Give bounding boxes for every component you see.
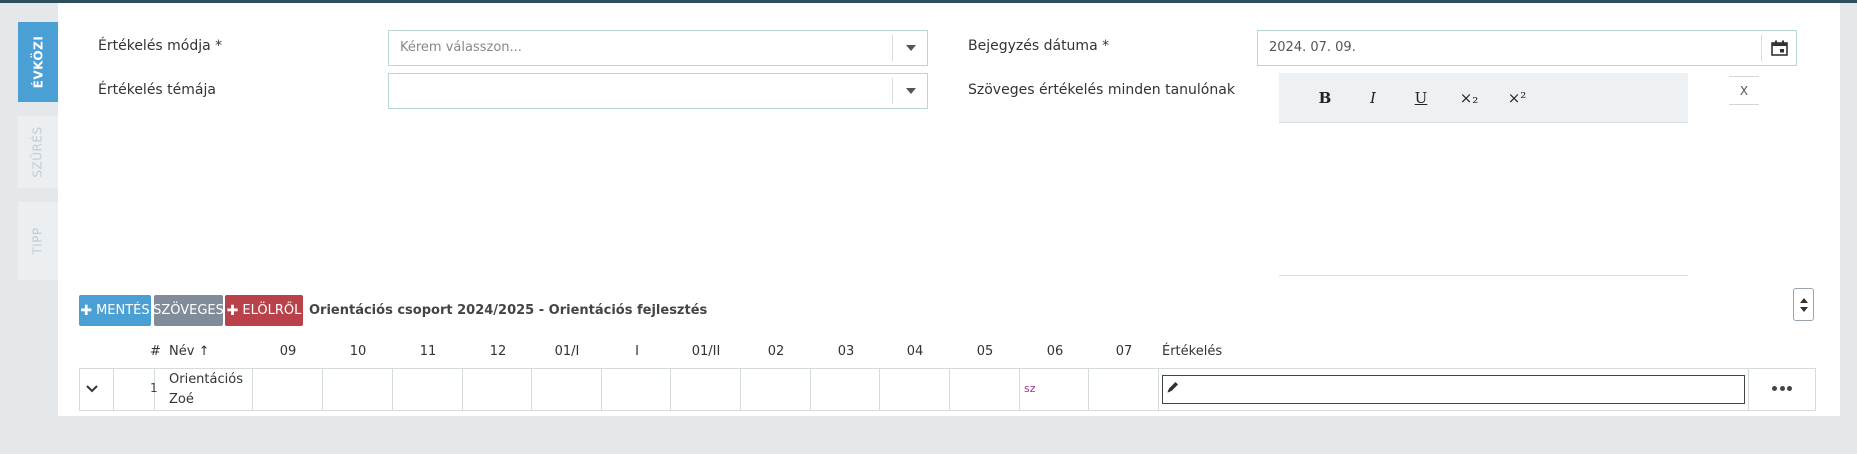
col-header: 10	[349, 344, 367, 359]
mark-cell[interactable]	[463, 369, 532, 410]
eval-mode-label: Értékelés módja *	[98, 38, 223, 54]
eval-topic-label: Értékelés témája	[98, 82, 216, 98]
col-header: 09	[279, 344, 297, 359]
date-separator	[1761, 35, 1762, 61]
mark-cell[interactable]	[602, 369, 671, 410]
col-header: 03	[837, 344, 855, 359]
superscript-button[interactable]: ×²	[1505, 87, 1529, 109]
num-cell	[114, 369, 155, 410]
sort-order-button[interactable]	[1793, 288, 1814, 321]
mark-06[interactable]: sz	[1024, 382, 1036, 395]
evaluation-input[interactable]	[1162, 375, 1745, 404]
col-header: 07	[1115, 344, 1133, 359]
col-header: 01/II	[691, 344, 721, 359]
underline-button[interactable]: U	[1409, 87, 1433, 109]
entry-date-label: Bejegyzés dátuma *	[968, 38, 1110, 54]
col-header: 12	[489, 344, 507, 359]
mark-cell[interactable]	[741, 369, 811, 410]
chevron-down-icon[interactable]	[906, 88, 916, 94]
row-number: 1	[150, 381, 158, 395]
calendar-icon[interactable]	[1771, 40, 1788, 56]
mark-cell[interactable]	[393, 369, 463, 410]
tab-evkozi[interactable]: ÉVKÖZI	[18, 22, 58, 102]
student-name-line1: Orientációs	[169, 372, 243, 387]
select-separator	[892, 78, 893, 104]
entry-date-value: 2024. 07. 09.	[1269, 40, 1356, 55]
save-button-label: MENTÉS	[96, 303, 150, 318]
mark-cell[interactable]	[323, 369, 393, 410]
tab-evkozi-label: ÉVKÖZI	[31, 35, 45, 89]
bold-button[interactable]: B	[1313, 87, 1337, 109]
col-header: 05	[976, 344, 994, 359]
reset-button[interactable]: ✚ ELÖLRŐL	[225, 295, 303, 326]
chevron-down-icon[interactable]	[906, 45, 916, 51]
mark-cell[interactable]	[253, 369, 323, 410]
plus-icon: ✚	[80, 302, 93, 319]
editor-toolbar: B I U ×₂ ×²	[1279, 73, 1688, 123]
mark-cell[interactable]	[1089, 369, 1159, 410]
eval-topic-select[interactable]	[388, 73, 928, 109]
group-title: Orientációs csoport 2024/2025 - Orientác…	[309, 303, 708, 318]
mark-cell[interactable]	[950, 369, 1020, 410]
eval-mode-placeholder: Kérem válasszon...	[400, 40, 522, 55]
col-header: 02	[767, 344, 785, 359]
col-header-name[interactable]: Név ↑	[169, 344, 209, 359]
mark-cell[interactable]	[880, 369, 950, 410]
student-name: Orientációs Zoé	[169, 370, 243, 410]
mark-cell[interactable]	[811, 369, 880, 410]
more-options-icon[interactable]	[1772, 384, 1792, 392]
mark-cell[interactable]	[532, 369, 602, 410]
entry-date-field[interactable]: 2024. 07. 09.	[1257, 30, 1797, 66]
col-header-num: #	[150, 344, 161, 359]
col-header-evaluation: Értékelés	[1162, 344, 1223, 359]
subscript-button[interactable]: ×₂	[1457, 87, 1481, 109]
italic-button[interactable]: I	[1361, 87, 1385, 109]
mark-cell[interactable]	[671, 369, 741, 410]
sort-asc-icon: ↑	[198, 344, 210, 359]
pencil-icon	[1167, 382, 1178, 393]
col-header: 06	[1046, 344, 1064, 359]
text-eval-button-label: SZÖVEGES	[153, 303, 224, 318]
col-header-name-label: Név	[169, 344, 195, 359]
caret-up-icon	[1800, 298, 1808, 303]
plus-icon: ✚	[226, 302, 239, 319]
student-name-line2: Zoé	[169, 392, 194, 407]
text-eval-editor[interactable]	[1279, 123, 1688, 276]
tab-tipp[interactable]: TIPP	[18, 202, 58, 280]
select-separator	[892, 35, 893, 61]
tab-szures-label: SZŰRÉS	[31, 126, 46, 178]
tab-tipp-label: TIPP	[31, 227, 45, 255]
text-eval-button[interactable]: SZÖVEGES	[153, 295, 224, 326]
col-header: 04	[906, 344, 924, 359]
col-header: 01/I	[554, 344, 580, 359]
text-eval-label: Szöveges értékelés minden tanulónak	[968, 82, 1235, 98]
clear-button[interactable]: X	[1729, 76, 1759, 105]
eval-mode-select[interactable]: Kérem válasszon...	[388, 30, 928, 66]
col-header: I	[635, 344, 639, 359]
caret-down-icon	[1800, 307, 1808, 312]
save-button[interactable]: ✚ MENTÉS	[79, 295, 151, 326]
reset-button-label: ELÖLRŐL	[242, 303, 302, 318]
tab-szures[interactable]: SZŰRÉS	[18, 116, 58, 188]
chevron-down-icon[interactable]	[85, 384, 99, 394]
col-header: 11	[419, 344, 437, 359]
